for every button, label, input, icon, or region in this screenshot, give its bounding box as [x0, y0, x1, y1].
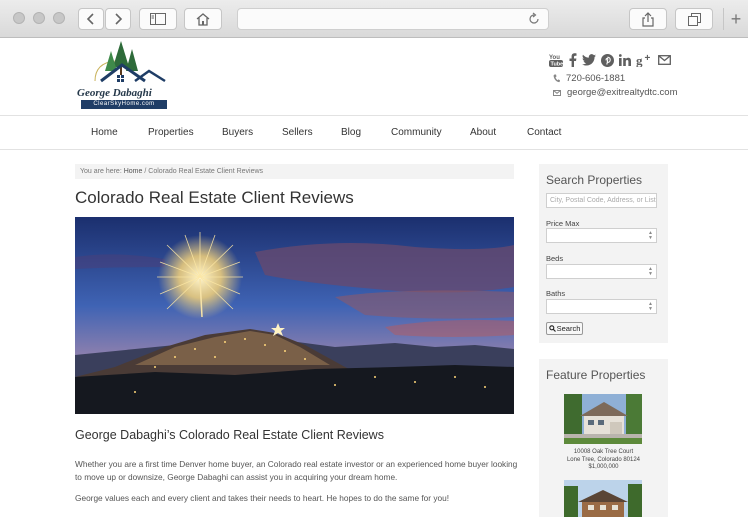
email-contact: george@exitrealtydtc.com [553, 87, 678, 98]
sidebar-toggle-button[interactable] [139, 8, 177, 30]
beds-field[interactable]: ▲ ▼ [546, 264, 657, 279]
nav-properties[interactable]: Properties [148, 127, 194, 138]
nav-home[interactable]: Home [91, 127, 118, 138]
baths-label: Baths [546, 289, 566, 298]
nav-sellers[interactable]: Sellers [282, 127, 313, 138]
search-button[interactable]: Search [546, 322, 583, 335]
breadcrumb: You are here: Home / Colorado Real Estat… [75, 164, 514, 179]
phone-number[interactable]: 720-606-1881 [566, 73, 625, 84]
forward-button[interactable] [105, 8, 131, 30]
beds-label: Beds [546, 254, 564, 263]
home-button[interactable] [184, 8, 222, 30]
property-caption: 10008 Oak Tree Court Lone Tree, Colorado… [539, 449, 668, 472]
new-tab-button[interactable]: + [723, 8, 748, 30]
logo-mark-icon [94, 41, 166, 83]
search-widget-title: Search Properties [546, 173, 643, 187]
site-logo[interactable]: George Dabaghi ClearSkyHome.com [75, 41, 175, 113]
envelope-icon [553, 89, 561, 96]
intro-paragraph: Whether you are a first time Denver home… [75, 459, 518, 482]
property-thumbnail[interactable] [564, 394, 642, 444]
pinterest-icon[interactable] [601, 53, 614, 67]
section-title: George Dabaghi’s Colorado Real Estate Cl… [75, 428, 384, 442]
reload-icon[interactable] [528, 12, 540, 26]
hero-image [75, 217, 514, 414]
feature-properties-widget: Feature Properties 10008 Oak Tree Court … [539, 359, 668, 517]
tabs-icon [687, 12, 701, 26]
svg-text:+: + [645, 53, 651, 64]
breadcrumb-current: Colorado Real Estate Client Reviews [148, 168, 264, 175]
nav-about[interactable]: About [470, 127, 496, 138]
main-navigation: Home Properties Buyers Sellers Blog Comm… [0, 117, 748, 150]
zoom-window-button[interactable] [53, 12, 65, 24]
logo-domain: ClearSkyHome.com [81, 100, 167, 109]
linkedin-icon[interactable] [619, 53, 631, 67]
share-icon [642, 11, 654, 27]
email-address[interactable]: george@exitrealtydtc.com [567, 87, 678, 98]
property-price: $1,000,000 [588, 464, 619, 470]
phone-icon [553, 74, 560, 83]
nav-community[interactable]: Community [391, 127, 442, 138]
property-address[interactable]: 10008 Oak Tree Court [539, 449, 668, 457]
address-bar[interactable] [237, 8, 549, 30]
close-window-button[interactable] [13, 12, 25, 24]
feature-widget-title: Feature Properties [546, 368, 646, 382]
sidebar-icon [150, 13, 166, 25]
values-paragraph: George values each and every client and … [75, 493, 450, 503]
chevron-left-icon [86, 13, 94, 25]
minimize-window-button[interactable] [33, 12, 45, 24]
breadcrumb-prefix: You are here: [80, 168, 124, 175]
svg-text:Tube: Tube [551, 62, 564, 68]
youtube-icon[interactable]: You Tube [549, 53, 563, 67]
page-title: Colorado Real Estate Client Reviews [75, 188, 354, 207]
home-icon [196, 12, 210, 26]
tab-overview-button[interactable] [675, 8, 713, 30]
city-search-input[interactable]: City, Postal Code, Address, or Listing # [546, 193, 657, 208]
stepper-icon[interactable]: ▲ ▼ [648, 267, 653, 277]
property-city: Lone Tree, Colorado 80124 [566, 456, 641, 463]
chevron-right-icon [115, 13, 123, 25]
svg-text:g: g [636, 53, 643, 67]
stepper-icon[interactable]: ▲ ▼ [648, 302, 653, 312]
nav-contact[interactable]: Contact [527, 127, 561, 138]
site-header: George Dabaghi ClearSkyHome.com You Tube … [0, 38, 748, 116]
search-properties-widget: Search Properties City, Postal Code, Add… [539, 164, 668, 343]
facebook-icon[interactable] [568, 53, 577, 67]
property-thumbnail[interactable] [564, 480, 642, 517]
social-links: You Tube g + [549, 53, 671, 67]
price-max-field[interactable]: ▲ ▼ [546, 228, 657, 243]
baths-field[interactable]: ▲ ▼ [546, 299, 657, 314]
search-icon [548, 325, 556, 332]
nav-buyers[interactable]: Buyers [222, 127, 253, 138]
price-max-label: Price Max [546, 219, 580, 228]
browser-toolbar: + [0, 0, 748, 38]
nav-blog[interactable]: Blog [341, 127, 361, 138]
search-button-label: Search [556, 324, 581, 333]
share-button[interactable] [629, 8, 667, 30]
google-plus-icon[interactable]: g + [636, 53, 653, 67]
email-icon[interactable] [658, 53, 671, 67]
breadcrumb-home-link[interactable]: Home [124, 168, 143, 175]
phone-contact: 720-606-1881 [553, 73, 625, 84]
logo-name: George Dabaghi [77, 87, 152, 99]
twitter-icon[interactable] [582, 53, 596, 67]
stepper-icon[interactable]: ▲ ▼ [648, 231, 653, 241]
back-button[interactable] [78, 8, 104, 30]
